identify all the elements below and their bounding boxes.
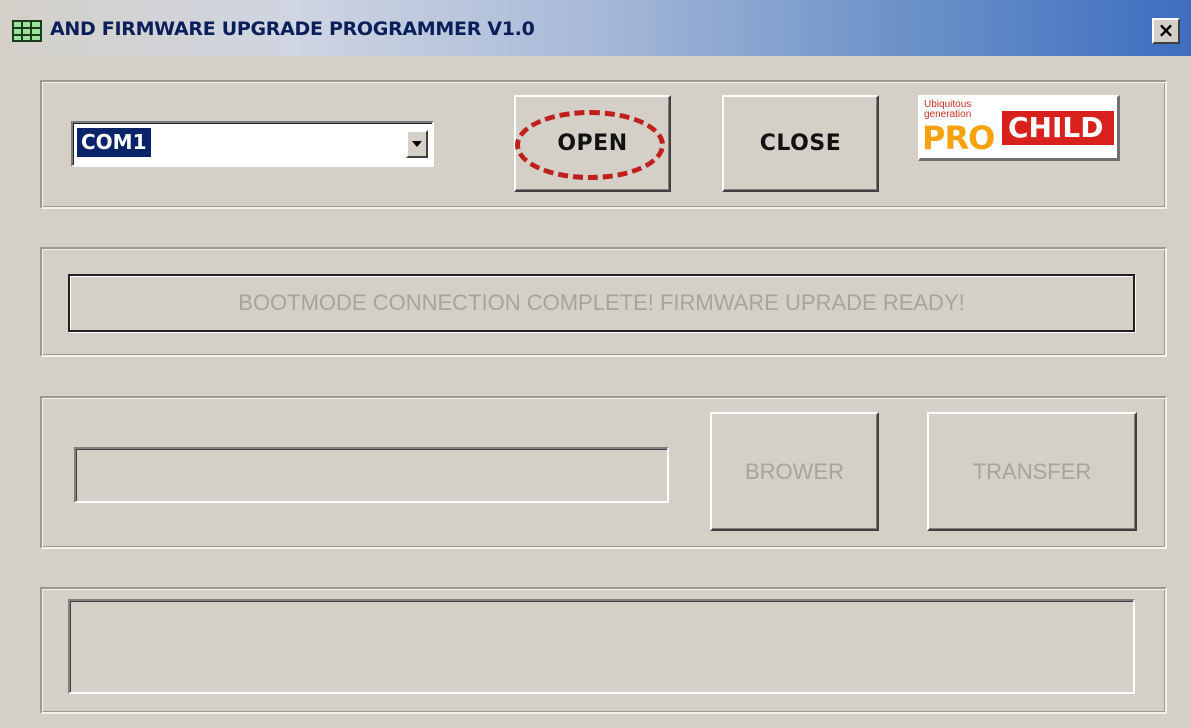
logo-pro-text: PRO — [922, 119, 995, 157]
window-close-button[interactable]: × — [1152, 18, 1180, 44]
status-message: BOOTMODE CONNECTION COMPLETE! FIRMWARE U… — [68, 274, 1135, 332]
chevron-down-icon[interactable] — [406, 130, 428, 158]
file-path-field[interactable] — [74, 447, 669, 503]
com-port-value: COM1 — [77, 128, 151, 157]
com-port-select[interactable]: COM1 — [71, 121, 434, 167]
brower-button[interactable]: BROWER — [710, 412, 879, 531]
firmware-upgrade-window: AND FIRMWARE UPGRADE PROGRAMMER V1.0 × C… — [0, 0, 1191, 728]
log-output-area[interactable] — [68, 599, 1135, 694]
logo-tagline: Ubiquitous generation — [924, 99, 972, 120]
app-grid-icon — [12, 20, 42, 42]
title-bar[interactable]: AND FIRMWARE UPGRADE PROGRAMMER V1.0 × — [0, 0, 1191, 56]
logo-child-text: CHILD — [1008, 111, 1104, 144]
open-button[interactable]: OPEN — [514, 95, 671, 192]
prochild-logo[interactable]: Ubiquitous generation PRO CHILD — [918, 95, 1120, 161]
window-title: AND FIRMWARE UPGRADE PROGRAMMER V1.0 — [50, 18, 535, 40]
transfer-button[interactable]: TRANSFER — [927, 412, 1137, 531]
close-button[interactable]: CLOSE — [722, 95, 879, 192]
